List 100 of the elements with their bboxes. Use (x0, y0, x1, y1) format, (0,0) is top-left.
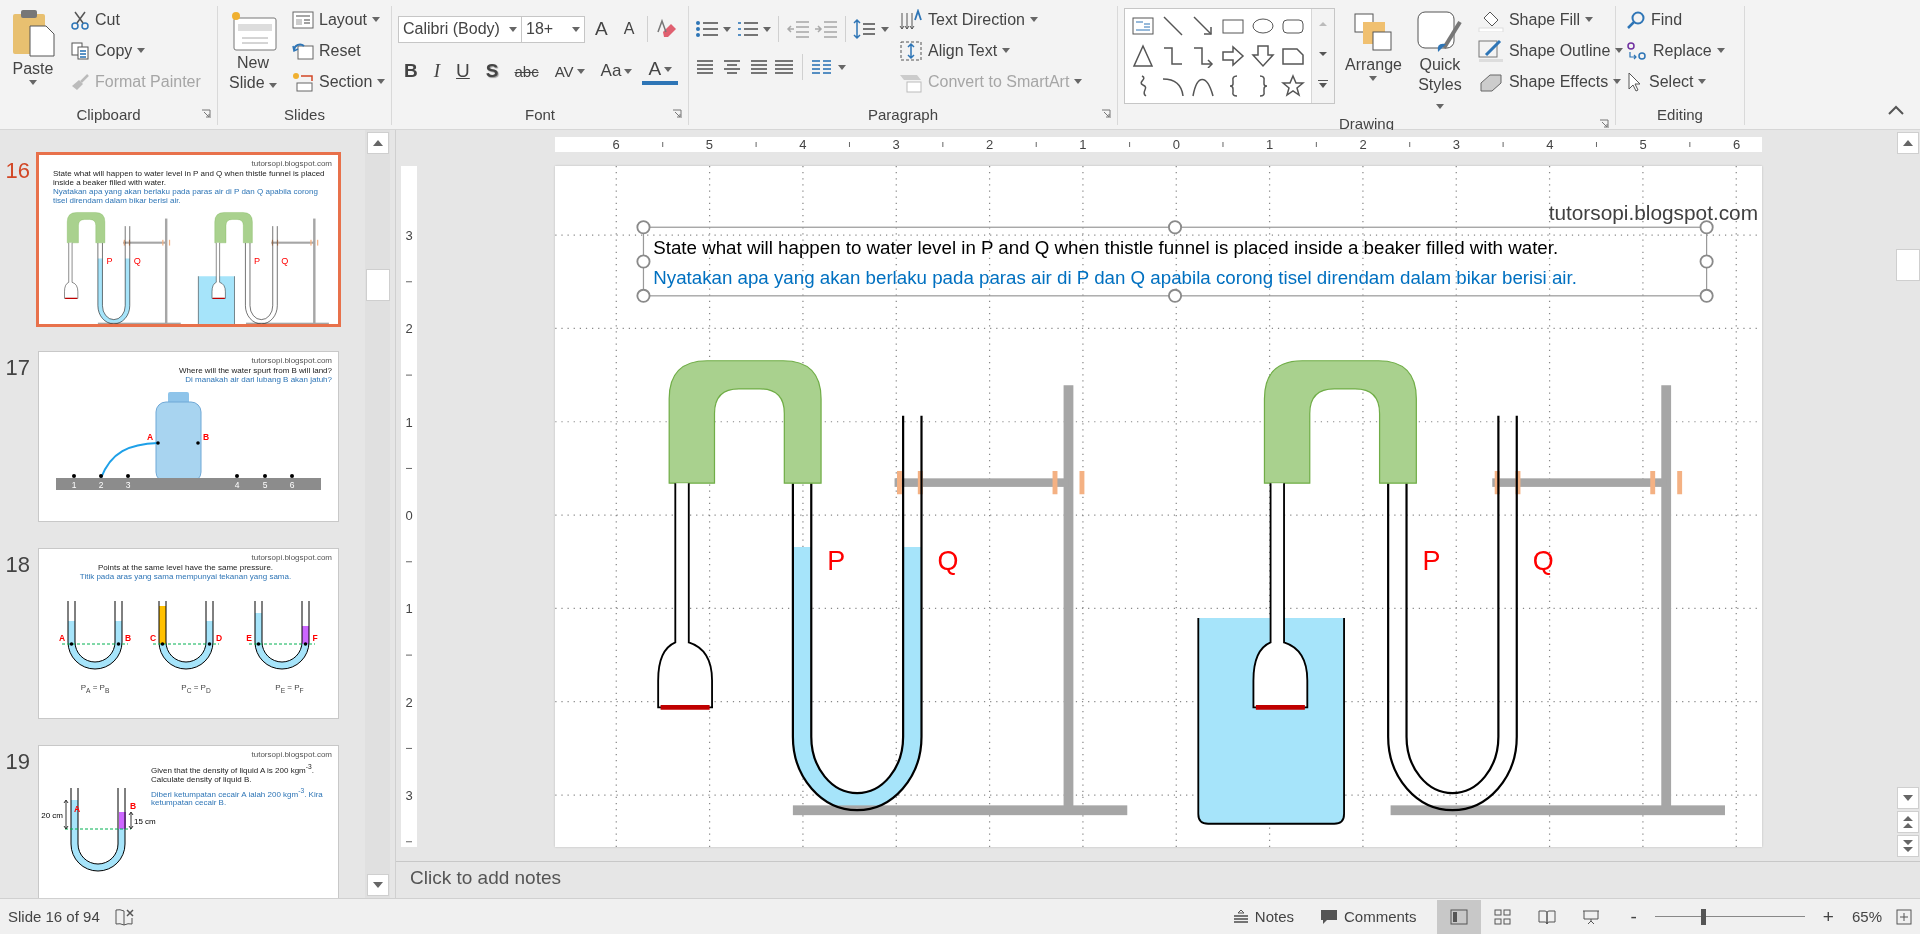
font-color-button[interactable]: A (642, 57, 679, 85)
selection-handle[interactable] (635, 254, 650, 269)
left-brace-icon (1228, 75, 1238, 97)
scroll-down-button[interactable] (366, 874, 389, 896)
columns-icon (810, 58, 834, 76)
caret-icon (29, 80, 37, 86)
selection-handle[interactable] (1167, 220, 1182, 235)
quick-styles-button[interactable]: Quick Styles (1411, 8, 1468, 116)
shadow-button[interactable]: S (479, 56, 505, 86)
dialog-launcher-icon[interactable] (672, 109, 682, 119)
hole-dot (196, 441, 200, 445)
section-icon (292, 71, 314, 92)
level-line (248, 643, 316, 645)
next-slide-button[interactable] (1896, 835, 1919, 857)
italic-button[interactable]: I (427, 56, 447, 86)
cut-button[interactable]: Cut (66, 6, 205, 33)
question-text: Where will the water spurt from B will land? (179, 367, 332, 376)
reset-icon (292, 41, 314, 60)
underline-button[interactable]: U (450, 56, 476, 86)
caret-icon (1716, 48, 1725, 53)
caret-icon (576, 68, 585, 74)
shrink-font-button[interactable]: A (617, 14, 641, 44)
dialog-launcher-icon[interactable] (1599, 118, 1609, 129)
zoom-out-button[interactable]: - (1626, 905, 1641, 928)
text-direction-button[interactable]: Text Direction (895, 6, 1087, 33)
point-label: D (215, 633, 223, 643)
point-label: B (202, 432, 210, 442)
slide-number: 17 (4, 355, 30, 381)
dialog-launcher-icon[interactable] (1101, 109, 1111, 119)
slide-thumbnail[interactable] (36, 152, 341, 327)
selection-handle[interactable] (635, 288, 650, 303)
tube-label: P (253, 256, 260, 267)
group-label: Drawing (1339, 115, 1394, 133)
increase-indent-icon (814, 19, 838, 39)
question-text: State what will happen to water level in P and Q when thistle funnel is placed inside a beaker filled with water. (53, 170, 326, 188)
slide-thumbnail[interactable]: tutorsopi.blogspot.com Where will the water spurt from B will land? Di manakah air dari lubang B akan jatuh? A B 1 2 3 4 5 6 (38, 351, 339, 522)
position-dot (263, 474, 267, 478)
strikethrough-button[interactable]: abc (508, 56, 545, 86)
hole-dot (156, 441, 160, 445)
copy-button[interactable]: Copy (66, 37, 205, 64)
layout-button[interactable]: Layout (288, 6, 390, 33)
slide-number: 18 (4, 552, 30, 578)
replace-icon (1626, 39, 1648, 62)
font-size-field[interactable]: 18+ (521, 15, 585, 43)
notes-button[interactable]: Notes (1226, 899, 1300, 934)
scroll-up-button[interactable] (1896, 132, 1919, 154)
font-name-field[interactable]: Calibri (Body) (398, 15, 522, 43)
caret-icon (1585, 17, 1594, 22)
scrollbar-thumb[interactable] (1895, 249, 1920, 281)
slide-thumbnail[interactable]: tutorsopi.blogspot.com Points at the same level have the same pressure. Titik pada aras yang sama mempunyai tekanan yang sama. A B C D E F P$_{A}$ = P$_{B}$ P$_{C}$ = P$_{D}$ P$_{E}$ = P$_{F}$ (38, 548, 339, 719)
section-button[interactable]: Section (288, 68, 390, 95)
double-down-icon (1902, 840, 1913, 852)
character-spacing-button[interactable]: AV (548, 56, 591, 86)
site-url-text: tutorsopi.blogspot.com (251, 750, 332, 759)
caret-icon (1029, 17, 1038, 22)
caret-icon (624, 68, 633, 74)
clear-formatting-icon (655, 18, 678, 40)
translation-text: Di manakah air dari lubang B akan jatuh? (185, 375, 332, 385)
position-number: 2 (98, 480, 104, 490)
bold-button[interactable]: B (398, 56, 424, 86)
tube-label: P (106, 256, 113, 267)
slide-number: 16 (4, 158, 30, 184)
point-label: A (146, 432, 154, 442)
selection-handle[interactable] (1699, 288, 1714, 303)
point-label: C (149, 633, 157, 643)
view-button[interactable] (1436, 899, 1481, 934)
grow-font-button[interactable]: A (589, 14, 614, 44)
caret-icon (372, 17, 381, 22)
dialog-launcher-icon[interactable] (201, 109, 211, 119)
arrow-icon (1191, 14, 1215, 38)
zoom-slider-thumb[interactable] (1701, 908, 1707, 925)
arrange-button[interactable]: Arrange (1341, 8, 1406, 84)
position-dot (126, 474, 130, 478)
level-line (64, 828, 132, 830)
new-slide-button[interactable]: New Slide (224, 6, 282, 95)
translation-text: Diberi ketumpatan cecair A ialah 200 kgm$^{-3}$. Kira ketumpatan cecair B. (151, 786, 324, 809)
scroll-down-button[interactable] (1896, 787, 1919, 809)
reset-button[interactable]: Reset (288, 37, 390, 64)
selection-handle[interactable] (1699, 254, 1714, 269)
comments-button[interactable]: Comments (1314, 899, 1423, 934)
notes-field[interactable]: Click to add notes (396, 861, 1920, 894)
align-text-button[interactable]: Align Text (895, 37, 1087, 64)
slide-thumbnail[interactable]: tutorsopi.blogspot.com Given that the density of liquid A is 200 kgm$^{-3}$. Calculate density of liquid B. Diberi ketumpatan cecair A ialah 200 kgm$^{-3}$. Kira ketumpatan cecair B. A B 20 cm 15 cm (38, 745, 339, 898)
previous-slide-button[interactable] (1896, 811, 1919, 833)
scroll-up-button[interactable] (366, 132, 389, 154)
site-url-text: tutorsopi.blogspot.com (1548, 200, 1758, 224)
scrollbar-thumb[interactable] (365, 269, 390, 301)
line-spacing-icon (853, 18, 877, 40)
equation-text: P$_{E}$ = P$_{F}$ (275, 683, 304, 695)
slide-sorter-icon (1493, 908, 1512, 925)
point-label: A (58, 633, 66, 643)
paste-button[interactable]: Paste (6, 6, 60, 88)
selection-handle[interactable] (635, 220, 650, 235)
copy-icon (70, 40, 90, 61)
zoom-in-button[interactable]: + (1818, 905, 1838, 928)
selection-handle[interactable] (1167, 288, 1182, 303)
scissors-icon (70, 9, 90, 30)
horizontal-ruler: 6 5 4 3 2 1 0 1 2 3 4 5 6 (554, 137, 1762, 152)
position-dot (290, 474, 294, 478)
change-case-button[interactable]: Aa (594, 56, 639, 86)
